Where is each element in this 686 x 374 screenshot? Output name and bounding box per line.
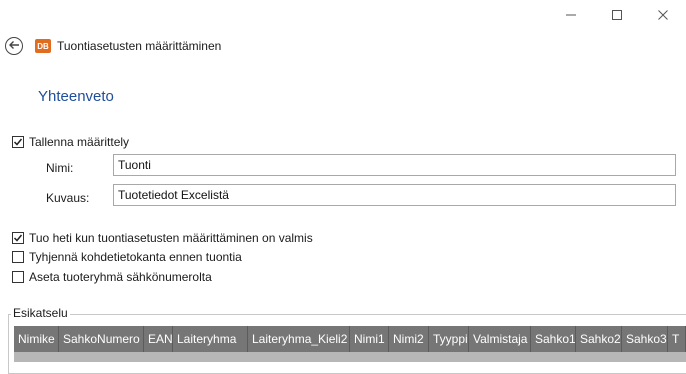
name-label: Nimi: <box>46 161 74 175</box>
preview-grid-body <box>14 352 686 362</box>
column-header[interactable]: T <box>668 326 686 352</box>
column-header[interactable]: Nimi2 <box>389 326 429 352</box>
set-product-group-option[interactable]: Aseta tuoteryhmä sähkönumerolta <box>12 269 212 285</box>
clear-target-db-checkbox[interactable] <box>12 251 24 263</box>
import-immediately-checkbox[interactable] <box>12 232 24 244</box>
app-logo-icon: DB <box>35 39 51 53</box>
description-label: Kuvaus: <box>46 191 90 205</box>
maximize-button[interactable] <box>594 4 640 28</box>
minimize-button[interactable] <box>548 4 594 28</box>
close-icon <box>657 9 669 24</box>
column-header[interactable]: Sahko1 <box>531 326 576 352</box>
column-header[interactable]: Laiteryhma_Kieli2 <box>248 326 350 352</box>
page-header: DB Tuontiasetusten määrittäminen <box>5 36 221 56</box>
preview-label: Esikatselu <box>11 306 70 320</box>
clear-target-db-option[interactable]: Tyhjennä kohdetietokanta ennen tuontia <box>12 249 242 265</box>
page-title: Tuontiasetusten määrittäminen <box>57 39 222 53</box>
minimize-icon <box>565 9 577 24</box>
column-header[interactable]: Nimike <box>14 326 59 352</box>
import-immediately-option[interactable]: Tuo heti kun tuontiasetusten määrittämin… <box>12 230 313 246</box>
import-immediately-label: Tuo heti kun tuontiasetusten määrittämin… <box>29 231 313 245</box>
close-button[interactable] <box>640 4 686 28</box>
column-header[interactable]: Sahko3 <box>622 326 668 352</box>
column-header[interactable]: Tyyppi <box>429 326 469 352</box>
save-definition-checkbox[interactable] <box>12 136 24 148</box>
column-header[interactable]: Nimi1 <box>350 326 389 352</box>
checkmark-icon <box>13 234 23 242</box>
section-title: Yhteenveto <box>38 88 114 105</box>
set-product-group-label: Aseta tuoteryhmä sähkönumerolta <box>29 270 212 284</box>
clear-target-db-label: Tyhjennä kohdetietokanta ennen tuontia <box>29 250 242 264</box>
checkmark-icon <box>13 138 23 146</box>
column-header[interactable]: EAN <box>144 326 173 352</box>
set-product-group-checkbox[interactable] <box>12 271 24 283</box>
column-header[interactable]: Sahko2 <box>576 326 622 352</box>
save-definition-label: Tallenna määrittely <box>29 135 130 149</box>
column-header[interactable]: Valmistaja <box>469 326 531 352</box>
arrow-left-icon <box>8 39 20 53</box>
save-definition-option[interactable]: Tallenna määrittely <box>12 134 129 150</box>
preview-grid-header: Nimike SahkoNumero EAN Laiteryhma Laiter… <box>14 326 686 352</box>
back-button[interactable] <box>5 37 23 55</box>
name-field[interactable] <box>113 154 676 176</box>
description-field[interactable] <box>113 184 676 206</box>
maximize-icon <box>611 9 623 24</box>
column-header[interactable]: Laiteryhma <box>173 326 248 352</box>
column-header[interactable]: SahkoNumero <box>59 326 144 352</box>
